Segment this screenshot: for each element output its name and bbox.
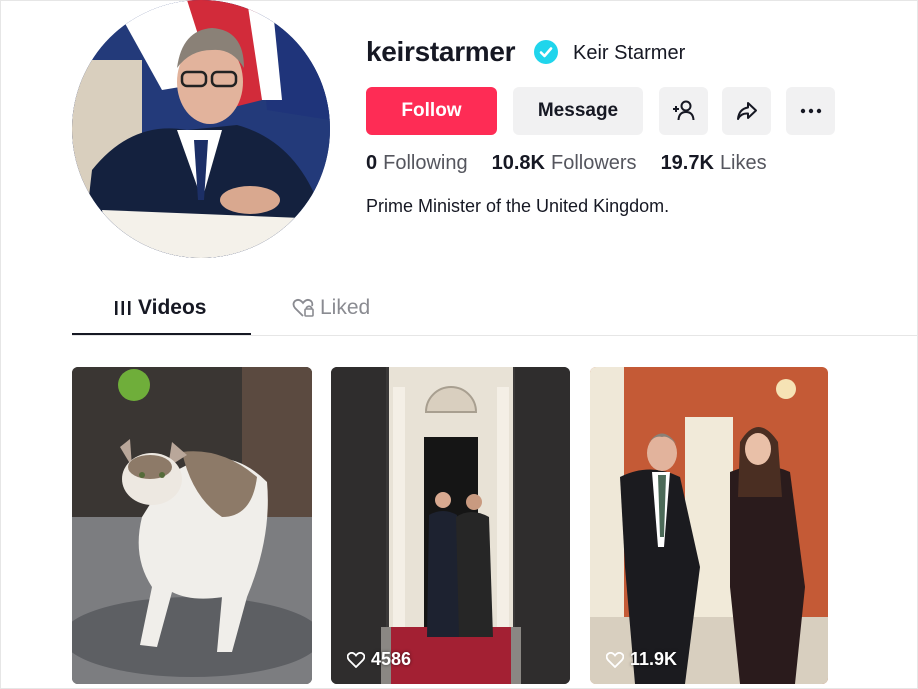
stat-value: 0 [366, 152, 378, 174]
tab-liked-label: Liked [320, 296, 371, 319]
tab-videos-label: Videos [138, 296, 207, 319]
avatar-photo [72, 0, 330, 258]
stat-label: Followers [550, 152, 637, 174]
video-thumbnail [72, 367, 312, 684]
profile-username: keirstarmer [366, 36, 516, 67]
view-count-value: 11.9K [630, 649, 678, 669]
share-button[interactable] [722, 87, 771, 135]
grid-bars-icon [115, 301, 131, 315]
video-card[interactable] [72, 367, 312, 684]
profile-stats: 0 Following 10.8K Followers 19.7K Likes [366, 152, 767, 175]
stat-value: 19.7K [660, 152, 714, 174]
heart-outline-icon [606, 651, 624, 668]
stat-value: 10.8K [491, 152, 545, 174]
profile-bio: Prime Minister of the United Kingdom. [366, 196, 670, 216]
follow-button[interactable]: Follow [366, 87, 497, 135]
tab-divider [72, 335, 918, 336]
profile-display-name: Keir Starmer [573, 42, 686, 64]
add-user-icon [672, 100, 694, 121]
message-button[interactable]: Message [513, 87, 643, 135]
liked-heart-lock-icon [292, 298, 314, 317]
more-dots-icon [800, 108, 821, 114]
profile-avatar [72, 0, 330, 258]
view-count-value: 4586 [371, 649, 412, 669]
video-card[interactable]: 4586 [331, 367, 570, 684]
heart-outline-icon [347, 651, 365, 668]
stat-following[interactable]: 0 Following [366, 152, 468, 175]
stat-label: Likes [719, 152, 767, 174]
tab-liked[interactable]: Liked [292, 296, 370, 320]
add-friend-button[interactable] [659, 87, 708, 135]
video-thumbnail [590, 367, 828, 684]
stat-label: Following [383, 152, 468, 174]
video-thumbnail [331, 367, 570, 684]
video-card[interactable]: 11.9K [590, 367, 828, 684]
view-count: 11.9K [606, 649, 677, 670]
stat-followers[interactable]: 10.8K Followers [492, 152, 637, 175]
share-arrow-icon [736, 102, 757, 120]
view-count: 4586 [347, 649, 411, 670]
tab-videos[interactable]: Videos [114, 296, 206, 320]
more-options-button[interactable] [786, 87, 835, 135]
stat-likes: 19.7K Likes [661, 152, 767, 175]
verified-badge-icon [534, 40, 558, 64]
